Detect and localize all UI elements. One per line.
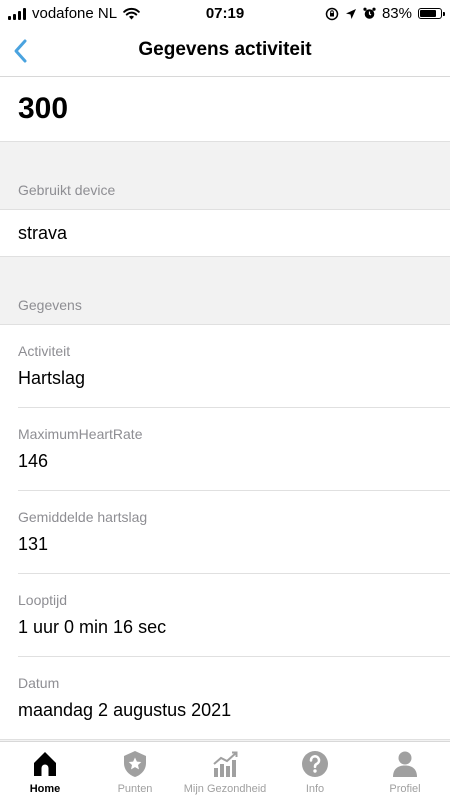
section-header-device: Gebruikt device [0, 182, 450, 210]
tab-mijn-gezondheid[interactable]: Mijn Gezondheid [180, 742, 270, 801]
tab-punten[interactable]: Punten [90, 742, 180, 801]
tab-bar: Home Punten Mijn Gezondheid Info Profiel [0, 741, 450, 801]
detail-value: Hartslag [18, 368, 86, 388]
status-bar: vodafone NL 07:19 83% [0, 0, 450, 26]
detail-label: Looptijd [18, 592, 68, 608]
points-card: 300 [0, 77, 450, 142]
tab-info[interactable]: Info [270, 742, 360, 801]
tab-label: Punten [117, 783, 153, 795]
content-scroll[interactable]: 300 Gebruikt device strava Gegevens Acti… [0, 77, 450, 741]
detail-label: Gemiddelde hartslag [18, 509, 148, 525]
page-title: Gegevens activiteit [138, 39, 312, 60]
detail-row-max-heart-rate: MaximumHeartRate 146 [0, 408, 450, 491]
detail-label: Activiteit [18, 343, 71, 359]
device-cell: strava [0, 210, 450, 257]
battery-percent: 83% [381, 5, 412, 22]
home-icon [34, 752, 56, 776]
orientation-lock-icon [325, 7, 339, 20]
points-value: 300 [18, 92, 69, 125]
nav-bar: Gegevens activiteit [0, 26, 450, 77]
section-header-details: Gegevens [0, 297, 450, 325]
tab-profiel[interactable]: Profiel [360, 742, 450, 801]
battery-icon [418, 8, 445, 19]
tab-label: Profiel [389, 783, 421, 795]
detail-label: MaximumHeartRate [18, 426, 143, 442]
tab-home[interactable]: Home [0, 742, 90, 801]
detail-value: 1 uur 0 min 16 sec [18, 617, 167, 637]
tab-label: Mijn Gezondheid [183, 783, 267, 795]
tab-label: Info [305, 783, 325, 795]
detail-row-activity: Activiteit Hartslag [0, 325, 450, 408]
star-badge-icon [124, 751, 146, 777]
status-right: 83% [325, 5, 445, 22]
question-icon [302, 751, 328, 777]
device-value: strava [18, 222, 68, 243]
location-icon [345, 8, 356, 19]
section-spacer [0, 257, 450, 297]
detail-value: 131 [18, 534, 49, 554]
detail-value: maandag 2 augustus 2021 [18, 700, 232, 720]
detail-row-avg-heart-rate: Gemiddelde hartslag 131 [0, 491, 450, 574]
alarm-icon [363, 7, 376, 19]
chart-icon [213, 751, 238, 777]
section-spacer [0, 142, 450, 182]
detail-label: Datum [18, 675, 60, 691]
detail-value: 146 [18, 451, 49, 471]
detail-row-date: Datum maandag 2 augustus 2021 [0, 657, 450, 740]
person-icon [393, 751, 417, 777]
detail-row-duration: Looptijd 1 uur 0 min 16 sec [0, 574, 450, 657]
tab-label: Home [29, 783, 61, 795]
